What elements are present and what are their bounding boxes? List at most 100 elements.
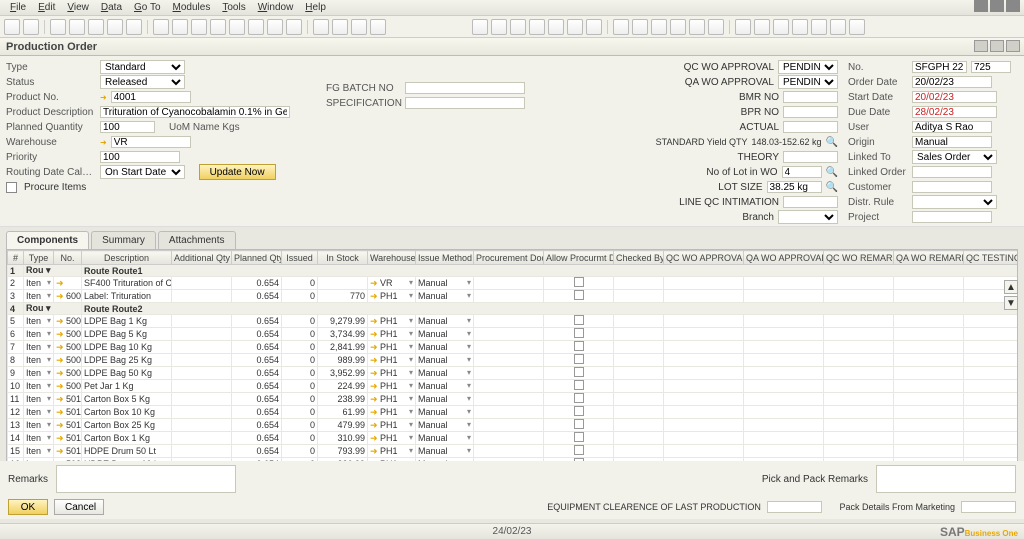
rule-select[interactable]	[912, 195, 997, 209]
actual-input[interactable]	[783, 121, 838, 133]
scroll-down-button[interactable]: ▼	[1004, 296, 1018, 310]
tb-icon[interactable]	[792, 19, 808, 35]
wh-input[interactable]	[111, 136, 191, 148]
tb-icon[interactable]	[773, 19, 789, 35]
col-header[interactable]: QA WO APPROVAL R	[744, 251, 824, 265]
table-row[interactable]: 12Iten➜ 5011Carton Box 10 Kg0.654061.99➜…	[8, 406, 1019, 419]
qcwo-select[interactable]: PENDING	[778, 60, 838, 74]
user-input[interactable]	[912, 121, 992, 133]
linkedto-select[interactable]: Sales Order	[912, 150, 997, 164]
proddesc-input[interactable]	[100, 106, 290, 118]
tb-icon[interactable]	[849, 19, 865, 35]
col-header[interactable]: QC WO APPROVAL R	[664, 251, 744, 265]
tb-icon[interactable]	[567, 19, 583, 35]
search-icon[interactable]: 🔍	[826, 137, 838, 148]
scroll-up-button[interactable]: ▲	[1004, 280, 1018, 294]
tb-icon[interactable]	[69, 19, 85, 35]
tb-icon[interactable]	[830, 19, 846, 35]
search-icon[interactable]: 🔍	[826, 167, 838, 178]
menu-goto[interactable]: Go To	[128, 2, 167, 13]
col-header[interactable]: Checked By	[614, 251, 664, 265]
tb-icon[interactable]	[153, 19, 169, 35]
tb-icon[interactable]	[332, 19, 348, 35]
eqclear-input[interactable]	[767, 501, 822, 513]
table-row[interactable]: 14Iten➜ 5013Carton Box 1 Kg0.6540310.99➜…	[8, 432, 1019, 445]
tb-icon[interactable]	[510, 19, 526, 35]
col-header[interactable]: Issue Method	[416, 251, 474, 265]
planqty-input[interactable]	[100, 121, 155, 133]
app-window-controls[interactable]	[974, 0, 1020, 12]
tab-summary[interactable]: Summary	[91, 231, 156, 249]
col-header[interactable]: In Stock	[318, 251, 368, 265]
origin-input[interactable]	[912, 136, 992, 148]
col-header[interactable]: Warehouse	[368, 251, 416, 265]
tb-icon[interactable]	[651, 19, 667, 35]
menu-tools[interactable]: Tools	[216, 2, 251, 13]
col-header[interactable]: Additional Qty	[172, 251, 232, 265]
link-arrow-icon[interactable]: ➜	[100, 138, 107, 147]
fgbatch-input[interactable]	[405, 82, 525, 94]
col-header[interactable]: Issued	[282, 251, 318, 265]
tb-icon[interactable]	[172, 19, 188, 35]
no-input[interactable]	[971, 61, 1011, 73]
lineqc-input[interactable]	[783, 196, 838, 208]
bpr-input[interactable]	[783, 106, 838, 118]
tab-attachments[interactable]: Attachments	[158, 231, 236, 249]
search-icon[interactable]: 🔍	[826, 182, 838, 193]
tb-icon[interactable]	[267, 19, 283, 35]
col-header[interactable]: Procurement Doc.	[474, 251, 544, 265]
customer-input[interactable]	[912, 181, 992, 193]
tb-icon[interactable]	[126, 19, 142, 35]
table-row[interactable]: 2Iten➜ SF400 Trituration of Cya0.6540➜ V…	[8, 277, 1019, 290]
lotsize-input[interactable]	[767, 181, 822, 193]
tb-icon[interactable]	[689, 19, 705, 35]
table-row[interactable]: 8Iten➜ 5004LDPE Bag 25 Kg0.6540989.99➜ P…	[8, 354, 1019, 367]
tb-icon[interactable]	[613, 19, 629, 35]
table-row[interactable]: 6Iten➜ 5002LDPE Bag 5 Kg0.65403,734.99➜ …	[8, 328, 1019, 341]
tb-icon[interactable]	[191, 19, 207, 35]
duedate-value[interactable]: 28/02/23	[912, 106, 997, 118]
col-header[interactable]: QA WO REMARKS	[894, 251, 964, 265]
tb-icon[interactable]	[548, 19, 564, 35]
tb-icon[interactable]	[632, 19, 648, 35]
update-now-button[interactable]: Update Now	[199, 164, 276, 180]
tb-icon[interactable]	[754, 19, 770, 35]
tb-icon[interactable]	[248, 19, 264, 35]
linkedord-input[interactable]	[912, 166, 992, 178]
table-row[interactable]: 15Iten➜ 5017HDPE Drum 50 Lt0.6540793.99➜…	[8, 445, 1019, 458]
col-header[interactable]: Planned Qty	[232, 251, 282, 265]
col-header[interactable]: QC TESTING DATE	[964, 251, 1019, 265]
orderdate-input[interactable]	[912, 76, 992, 88]
remarks-textarea[interactable]	[56, 465, 236, 493]
prio-input[interactable]	[100, 151, 180, 163]
tb-icon[interactable]	[88, 19, 104, 35]
table-row[interactable]: 1Rou ▾Route Route1	[8, 265, 1019, 277]
tb-icon[interactable]	[210, 19, 226, 35]
col-header[interactable]: QC WO REMARKS	[824, 251, 894, 265]
tb-icon[interactable]	[50, 19, 66, 35]
spec-input[interactable]	[405, 97, 525, 109]
tab-components[interactable]: Components	[6, 231, 89, 249]
table-row[interactable]: 7Iten➜ 5003LDPE Bag 10 Kg0.65402,841.99➜…	[8, 341, 1019, 354]
inner-window-controls[interactable]	[974, 40, 1020, 52]
table-row[interactable]: 9Iten➜ 5005LDPE Bag 50 Kg0.65403,952.99➜…	[8, 367, 1019, 380]
theory-input[interactable]	[783, 151, 838, 163]
bmr-input[interactable]	[783, 91, 838, 103]
menu-edit[interactable]: Edit	[32, 2, 61, 13]
tb-icon[interactable]	[370, 19, 386, 35]
ok-button[interactable]: OK	[8, 499, 48, 515]
table-row[interactable]: 5Iten➜ 5001LDPE Bag 1 Kg0.65409,279.99➜ …	[8, 315, 1019, 328]
tb-icon[interactable]	[670, 19, 686, 35]
table-row[interactable]: 3Iten➜ 6001Label: Trituration0.6540770➜ …	[8, 290, 1019, 303]
prodno-input[interactable]	[111, 91, 191, 103]
type-select[interactable]: Standard	[100, 60, 185, 74]
tb-icon[interactable]	[23, 19, 39, 35]
table-row[interactable]: 4Rou ▾Route Route2	[8, 303, 1019, 315]
branch-select[interactable]	[778, 210, 838, 224]
tb-icon[interactable]	[4, 19, 20, 35]
menu-help[interactable]: Help	[299, 2, 332, 13]
menu-modules[interactable]: Modules	[167, 2, 217, 13]
qawo-select[interactable]: PENDING	[778, 75, 838, 89]
tb-icon[interactable]	[811, 19, 827, 35]
packdet-input[interactable]	[961, 501, 1016, 513]
